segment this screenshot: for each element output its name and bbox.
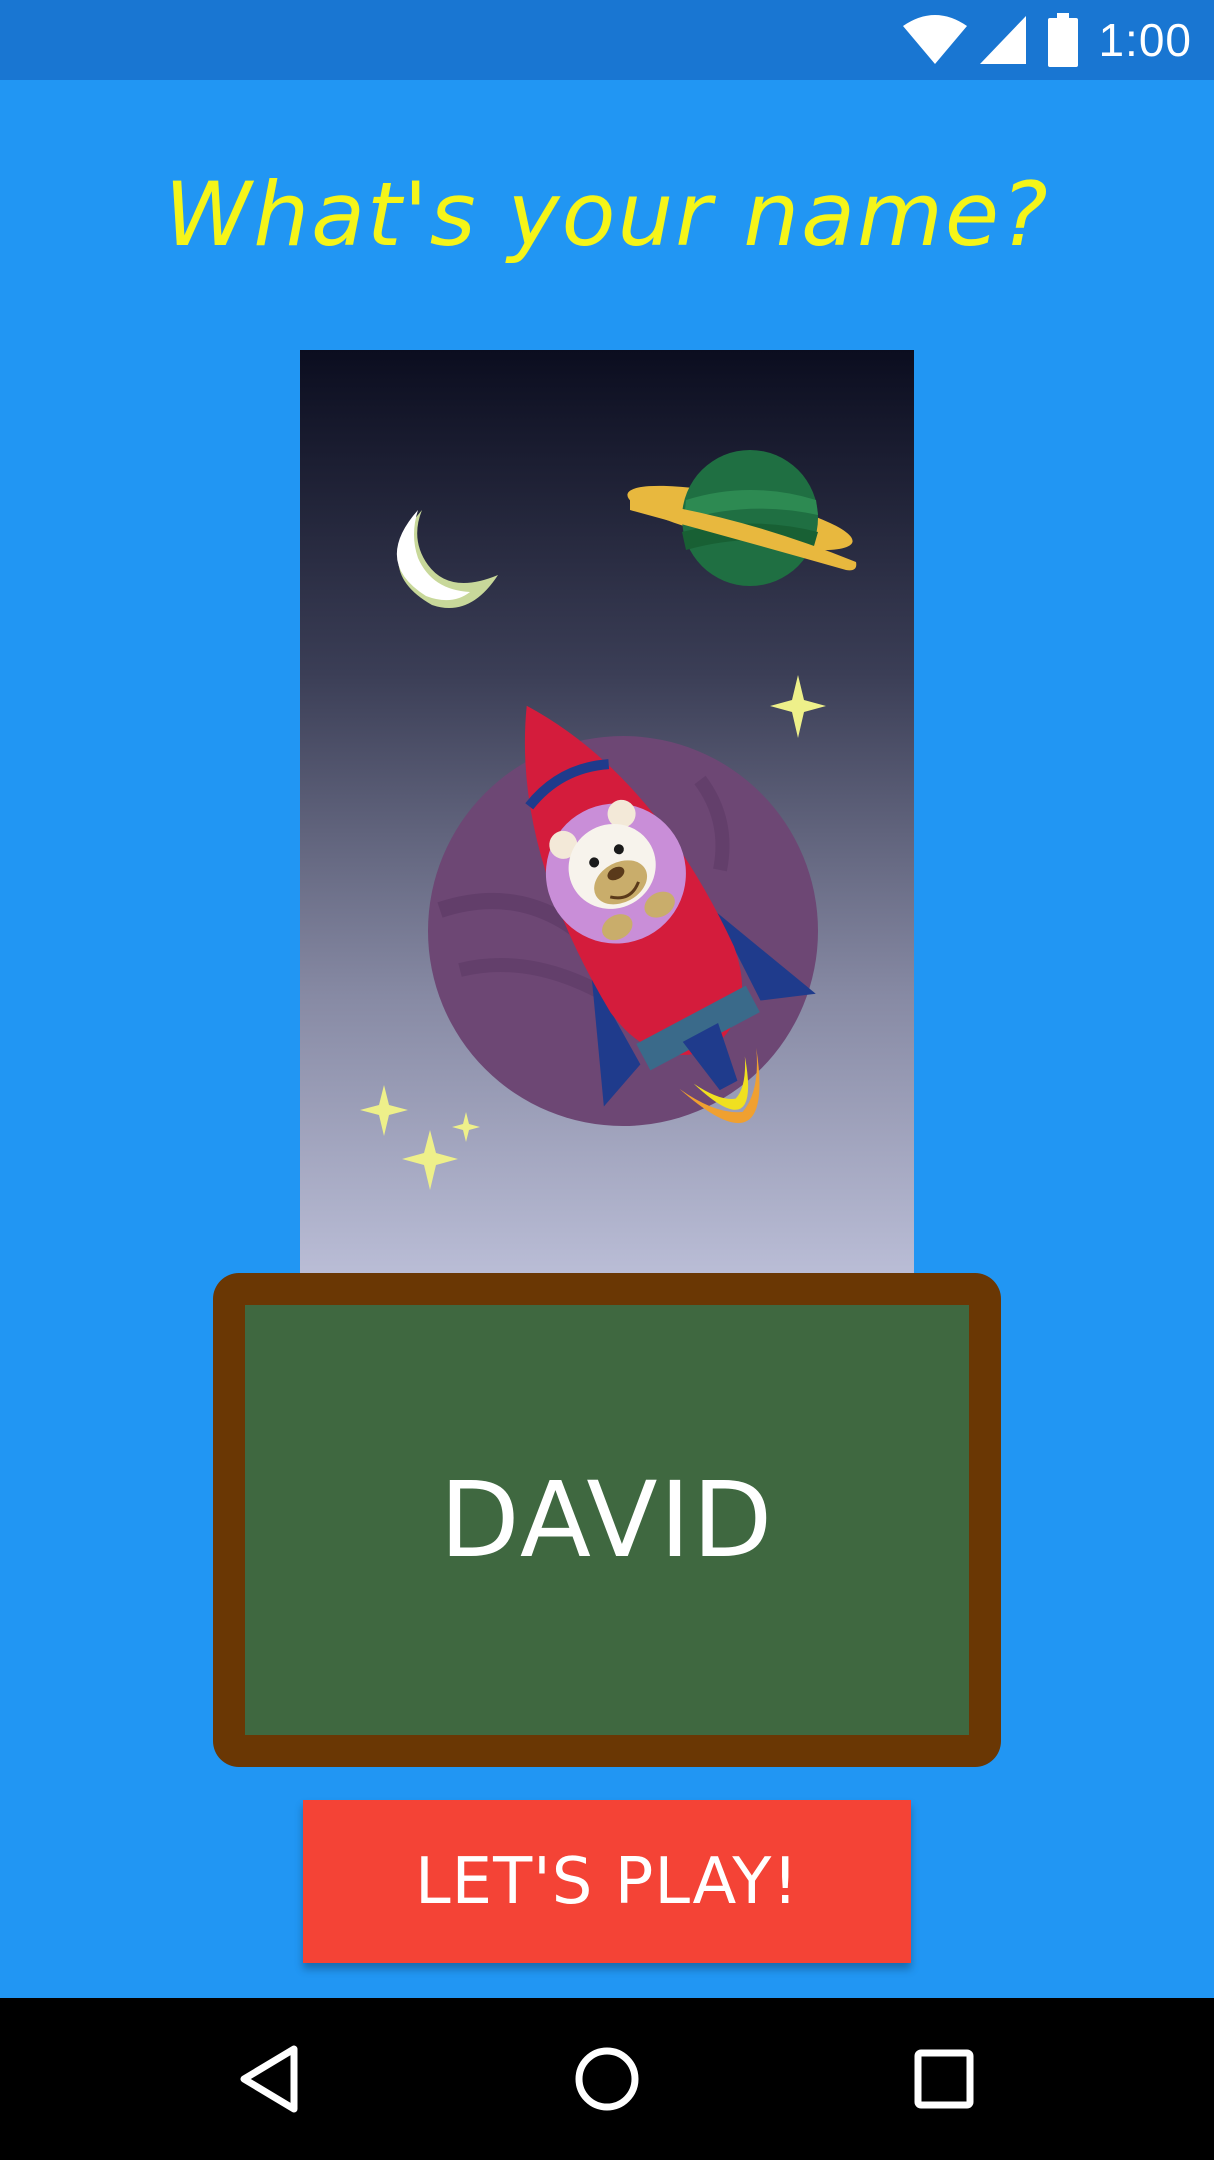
page-title: What's your name? xyxy=(164,163,1050,266)
navigation-bar xyxy=(0,1998,1214,2160)
status-bar: 1:00 xyxy=(0,0,1214,80)
battery-icon xyxy=(1048,13,1079,67)
back-icon[interactable] xyxy=(225,2034,315,2124)
signal-icon xyxy=(978,14,1028,66)
name-entry-screen: 1:00 What's your name? DAVID LET'S PLAY! xyxy=(0,0,1214,2160)
lets-play-button[interactable]: LET'S PLAY! xyxy=(303,1800,911,1963)
name-chalkboard xyxy=(213,1273,1001,1767)
wifi-icon xyxy=(902,14,968,66)
status-icons: 1:00 xyxy=(902,10,1192,70)
name-input[interactable] xyxy=(305,1458,909,1582)
rocket-bear-space-illustration xyxy=(300,350,914,1274)
home-icon[interactable] xyxy=(562,2034,652,2124)
recents-icon[interactable] xyxy=(899,2034,989,2124)
status-time: 1:00 xyxy=(1098,14,1192,66)
